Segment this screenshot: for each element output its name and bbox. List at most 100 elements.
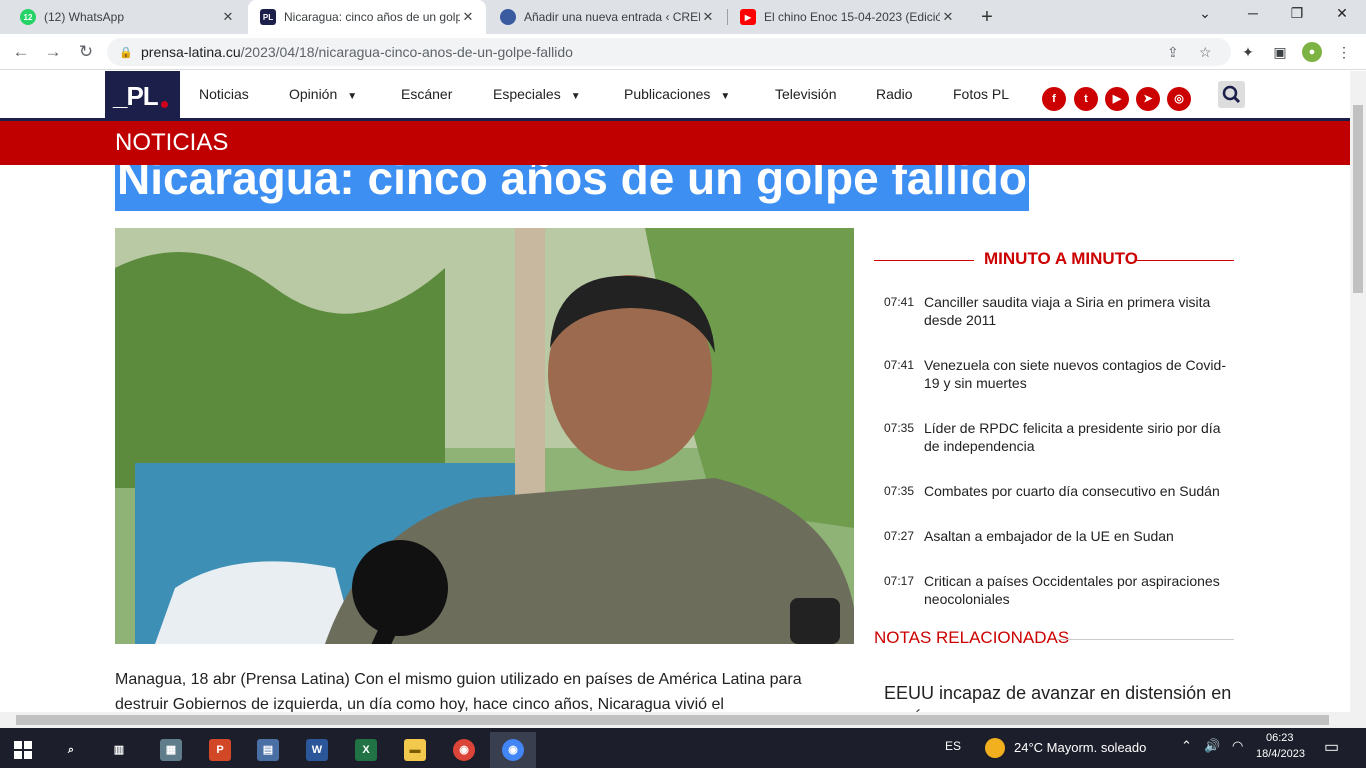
section-banner: NOTICIAS [0, 118, 1350, 165]
menu-especiales[interactable]: Especiales ▼ [493, 86, 581, 102]
menu-kebab-icon[interactable]: ⋮ [1334, 42, 1354, 62]
news-time: 07:35 [884, 421, 915, 435]
notifications-icon[interactable]: ▭ [1324, 737, 1339, 757]
excel-icon[interactable]: X [343, 732, 389, 768]
back-icon[interactable]: ← [10, 41, 32, 63]
news-time: 07:27 [884, 529, 915, 543]
scrollbar-thumb[interactable] [16, 715, 1329, 725]
tab-title: (12) WhatsApp [44, 10, 125, 24]
prensa-latina-logo[interactable]: _PL [105, 71, 180, 118]
logo-dot [160, 101, 168, 108]
news-time: 07:41 [884, 295, 915, 309]
bookmark-star-icon[interactable]: ☆ [1199, 44, 1212, 61]
news-time: 07:41 [884, 358, 915, 372]
chrome-profile-icon[interactable]: ◉ [490, 732, 536, 768]
tab-whatsapp[interactable]: 12 (12) WhatsApp ✕ [8, 0, 246, 34]
facebook-icon[interactable]: f [1042, 87, 1066, 111]
scrollbar-thumb[interactable] [1353, 105, 1363, 293]
news-time: 07:17 [884, 574, 915, 588]
file-explorer-icon[interactable]: ▬ [392, 732, 438, 768]
tab-title: El chino Enoc 15-04-2023 (Edició [764, 10, 940, 24]
article-photo [115, 228, 854, 644]
tab-prensa-latina[interactable]: PL Nicaragua: cinco años de un golpe ✕ [248, 0, 486, 34]
menu-publicaciones[interactable]: Publicaciones ▼ [624, 86, 730, 102]
profile-avatar[interactable]: ● [1302, 42, 1322, 62]
browser-toolbar: ← → ↻ 🔒 prensa-latina.cu/2023/04/18/nica… [0, 34, 1366, 70]
article-lead-paragraph: Managua, 18 abr (Prensa Latina) Con el m… [115, 671, 802, 713]
search-icon [1222, 85, 1241, 104]
extensions-icon[interactable]: ✦ [1238, 42, 1258, 62]
chrome-icon[interactable]: ◉ [441, 732, 487, 768]
youtube-social-icon[interactable]: ▶ [1105, 87, 1129, 111]
wifi-icon[interactable]: ◠ [1232, 738, 1243, 754]
lock-icon: 🔒 [119, 47, 133, 59]
reload-icon[interactable]: ↻ [75, 41, 97, 63]
task-view-icon[interactable]: ▥ [96, 732, 142, 768]
news-headline[interactable]: Canciller saudita viaja a Siria en prime… [924, 293, 1229, 329]
tab-search-chevron-icon[interactable]: ⌄ [1193, 5, 1217, 22]
network-app-icon[interactable]: ▤ [245, 732, 291, 768]
new-tab-button[interactable]: + [977, 7, 997, 27]
forward-icon[interactable]: → [42, 41, 64, 63]
word-icon[interactable]: W [294, 732, 340, 768]
minimize-button[interactable]: ─ [1241, 5, 1265, 21]
search-button[interactable] [1218, 81, 1245, 108]
menu-escaner[interactable]: Escáner [401, 86, 452, 102]
clock-time[interactable]: 06:23 [1266, 732, 1294, 744]
close-icon[interactable]: ✕ [940, 9, 956, 25]
tab-youtube[interactable]: ▶ El chino Enoc 15-04-2023 (Edició ✕ [728, 0, 966, 34]
globe-icon [500, 9, 516, 25]
windows-taskbar: ⌕ ▥ ▦ P ▤ W X ▬ ◉ ◉ ES 24°C Mayorm. sole… [0, 728, 1366, 768]
caret-down-icon: ▼ [570, 91, 581, 102]
clock-date[interactable]: 18/4/2023 [1256, 748, 1305, 760]
news-headline[interactable]: Venezuela con siete nuevos contagios de … [924, 356, 1229, 392]
close-icon[interactable]: ✕ [460, 9, 476, 25]
tab-strip: 12 (12) WhatsApp ✕ PL Nicaragua: cinco a… [0, 0, 1366, 34]
logo-text: _PL [113, 81, 159, 111]
article-headline: Nicaragua: cinco años de un golpe fallid… [115, 157, 1029, 211]
address-bar[interactable]: 🔒 prensa-latina.cu/2023/04/18/nicaragua-… [107, 38, 1231, 66]
caret-down-icon: ▼ [720, 91, 731, 102]
close-window-button[interactable]: ✕ [1330, 5, 1354, 22]
close-icon[interactable]: ✕ [220, 9, 236, 25]
close-icon[interactable]: ✕ [700, 9, 716, 25]
calculator-icon[interactable]: ▦ [148, 732, 194, 768]
windows-logo-icon [14, 741, 32, 759]
restore-button[interactable]: ❐ [1285, 5, 1309, 22]
telegram-icon[interactable]: ➤ [1136, 87, 1160, 111]
rss-icon[interactable]: ◎ [1167, 87, 1191, 111]
news-headline[interactable]: Critican a países Occidentales por aspir… [924, 572, 1229, 608]
share-icon[interactable]: ⇪ [1167, 44, 1179, 61]
twitter-icon[interactable]: t [1074, 87, 1098, 111]
tab-title: Nicaragua: cinco años de un golpe [284, 10, 460, 24]
weather-icon [985, 738, 1005, 758]
site-header: _PL Noticias Opinión ▼ Escáner Especiales… [0, 71, 1350, 118]
menu-noticias[interactable]: Noticias [199, 86, 249, 102]
caret-down-icon: ▼ [347, 91, 358, 102]
menu-fotos-pl[interactable]: Fotos PL [953, 86, 1009, 102]
news-headline[interactable]: Asaltan a embajador de la UE en Sudan [924, 527, 1229, 545]
powerpoint-icon[interactable]: P [197, 732, 243, 768]
vertical-scrollbar[interactable] [1350, 71, 1366, 712]
search-taskbar-icon[interactable]: ⌕ [48, 732, 94, 768]
volume-icon[interactable]: 🔊 [1204, 738, 1220, 754]
side-panel-icon[interactable]: ▣ [1270, 42, 1290, 62]
tab-title: Añadir una nueva entrada ‹ CREE [524, 10, 700, 24]
menu-opinion[interactable]: Opinión ▼ [289, 86, 357, 102]
whatsapp-icon: 12 [20, 9, 36, 25]
pl-icon: PL [260, 9, 276, 25]
tab-wordpress[interactable]: Añadir una nueva entrada ‹ CREE ✕ [488, 0, 726, 34]
url-path: /2023/04/18/nicaragua-cinco-anos-de-un-g… [240, 44, 573, 60]
tray-chevron-icon[interactable]: ⌃ [1181, 738, 1192, 754]
start-button[interactable] [0, 732, 46, 768]
menu-radio[interactable]: Radio [876, 86, 913, 102]
news-headline[interactable]: Combates por cuarto día consecutivo en S… [924, 482, 1229, 500]
news-headline[interactable]: Líder de RPDC felicita a presidente siri… [924, 419, 1229, 455]
section-title: NOTICIAS [115, 129, 229, 156]
minuto-a-minuto-heading: MINUTO A MINUTO [874, 249, 1234, 271]
horizontal-scrollbar[interactable] [0, 712, 1366, 728]
language-indicator[interactable]: ES [945, 739, 961, 753]
news-time: 07:35 [884, 484, 915, 498]
weather-text[interactable]: 24°C Mayorm. soleado [1014, 740, 1146, 755]
menu-television[interactable]: Televisión [775, 86, 836, 102]
